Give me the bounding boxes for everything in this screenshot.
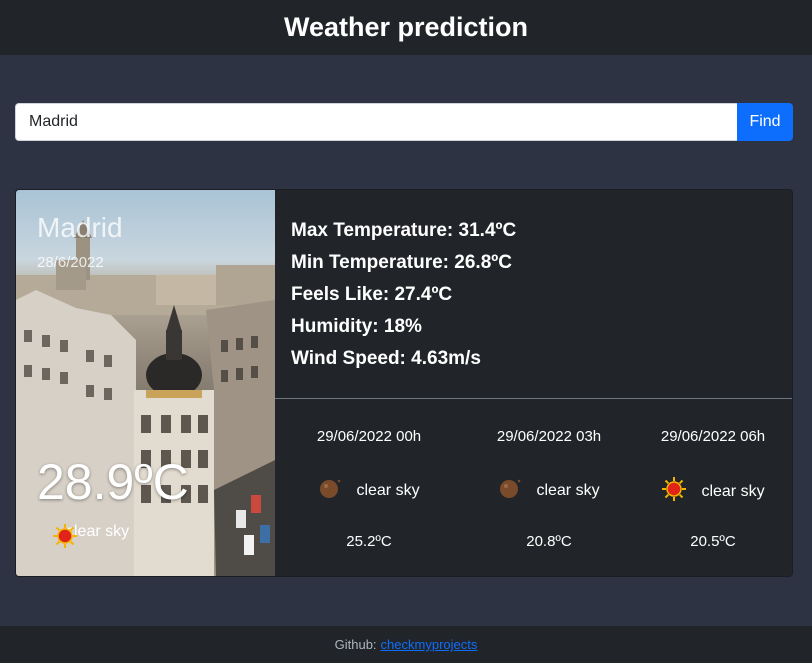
humidity: Humidity: 18%: [291, 316, 422, 337]
forecast-datetime: 29/06/2022 06h: [660, 428, 766, 445]
weather-card: Madrid 28/6/2022 28.9ºC clear sky Max Te…: [15, 189, 793, 577]
weather-stats: Max Temperature: 31.4ºC Min Temperature:…: [291, 215, 516, 375]
footer: Github: checkmyprojects: [0, 626, 812, 663]
forecast-temperature: 25.2ºC: [346, 533, 392, 550]
section-divider: [275, 398, 792, 399]
page-title: Weather prediction: [283, 12, 529, 42]
moon-icon: [498, 476, 522, 505]
forecast-condition: clear sky: [469, 476, 629, 505]
forecast-temperature: 20.5ºC: [690, 533, 736, 550]
forecast-condition: clear sky: [633, 476, 792, 507]
current-condition: clear sky: [52, 523, 129, 548]
current-temperature: 28.9ºC: [37, 454, 189, 510]
forecast-datetime: 29/06/2022 00h: [316, 428, 422, 445]
header-bar: Weather prediction: [0, 0, 812, 55]
sun-icon: [661, 476, 687, 507]
forecast-condition-label: clear sky: [536, 481, 600, 499]
moon-icon: [318, 476, 342, 505]
find-button[interactable]: Find: [737, 103, 793, 141]
forecast-datetime: 29/06/2022 03h: [496, 428, 602, 445]
forecast-condition: clear sky: [289, 476, 449, 505]
github-link[interactable]: checkmyprojects: [381, 637, 478, 652]
wind-speed: Wind Speed: 4.63m/s: [291, 348, 481, 369]
city-skyline-image: [16, 220, 275, 576]
min-temperature: Min Temperature: 26.8ºC: [291, 252, 512, 273]
city-search-input[interactable]: [15, 103, 737, 141]
feels-like: Feels Like: 27.4ºC: [291, 284, 453, 305]
forecast-condition-label: clear sky: [701, 482, 765, 500]
city-photo: Madrid 28/6/2022 28.9ºC clear sky: [16, 190, 275, 576]
city-name: Madrid: [37, 212, 123, 243]
max-temperature: Max Temperature: 31.4ºC: [291, 220, 517, 241]
forecast-condition-label: clear sky: [356, 481, 420, 499]
forecast-temperature: 20.8ºC: [526, 533, 572, 550]
current-date: 28/6/2022: [37, 254, 104, 271]
footer-label: Github:: [334, 637, 377, 652]
forecast-list: 29/06/2022 00h clear sky 25.2ºC 29/06/20…: [275, 400, 792, 576]
search-bar: Find: [15, 103, 793, 141]
